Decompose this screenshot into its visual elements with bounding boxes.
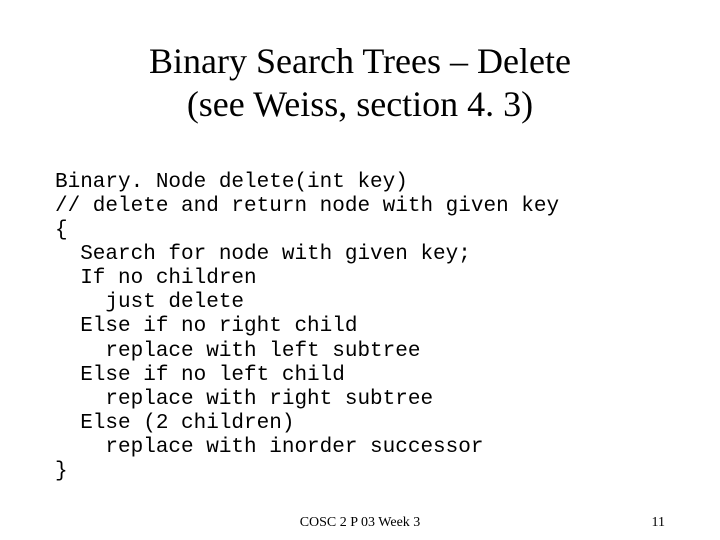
code-line: replace with inorder successor (55, 436, 483, 459)
code-line: // delete and return node with given key (55, 195, 559, 218)
slide-title: Binary Search Trees – Delete (see Weiss,… (55, 40, 665, 126)
code-line: } (55, 460, 68, 483)
code-line: Else (2 children) (55, 412, 294, 435)
code-line: Search for node with given key; (55, 243, 471, 266)
code-line: If no children (55, 267, 257, 290)
code-line: just delete (55, 291, 244, 314)
page-number: 11 (652, 515, 665, 531)
code-line: replace with left subtree (55, 340, 420, 363)
footer-text: COSC 2 P 03 Week 3 (0, 515, 720, 531)
code-line: replace with right subtree (55, 388, 433, 411)
title-line-2: (see Weiss, section 4. 3) (187, 84, 533, 124)
code-line: Else if no left child (55, 364, 345, 387)
code-line: Binary. Node delete(int key) (55, 171, 408, 194)
slide: Binary Search Trees – Delete (see Weiss,… (0, 0, 720, 540)
code-line: Else if no right child (55, 315, 357, 338)
code-block: Binary. Node delete(int key) // delete a… (55, 146, 665, 484)
code-line: { (55, 219, 68, 242)
title-line-1: Binary Search Trees – Delete (149, 41, 571, 81)
